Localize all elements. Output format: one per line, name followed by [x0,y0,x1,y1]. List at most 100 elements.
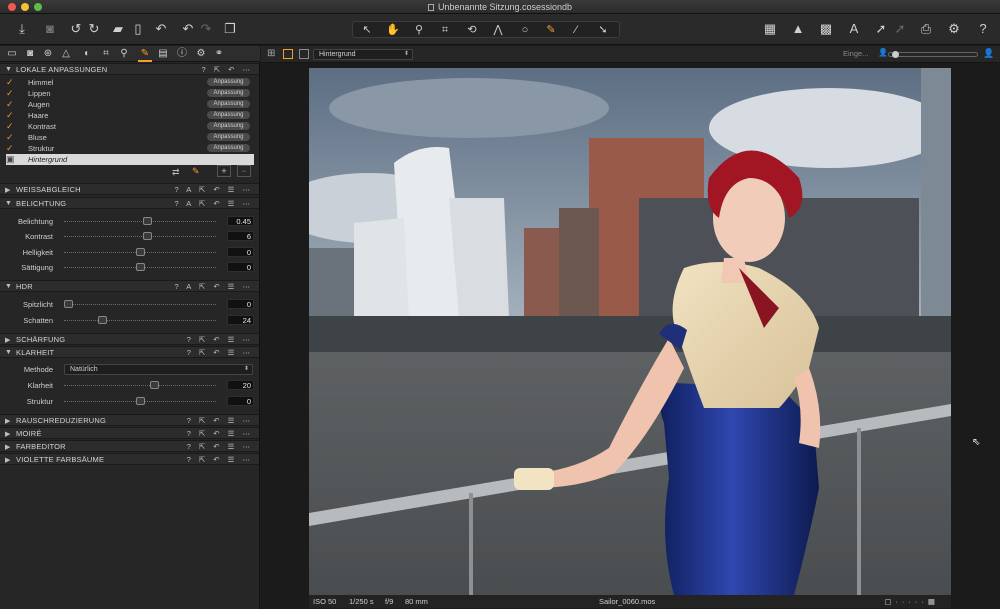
folder-icon[interactable]: ▰ [110,21,126,37]
checkbox-checked-icon[interactable]: ✓ [6,122,15,131]
section-tool-icons[interactable]: ? ⇱ ↶ ☰ ⋯ [187,455,253,464]
slider-track[interactable] [64,221,216,222]
tab-output-icon[interactable]: ⚙ [195,48,207,60]
main-photo[interactable] [309,68,951,595]
slider-knob[interactable] [136,397,145,405]
import-icon[interactable]: ⤓ [14,21,30,37]
crop-tool-icon[interactable]: ⌗ [437,23,453,37]
layer-item[interactable]: ✓ Bluse Anpassung [6,132,254,143]
checkbox-checked-icon[interactable]: ✓ [6,100,15,109]
section-local-adjustments[interactable]: ▼ LOKALE ANPASSUNGEN ? ⇱ ↶ ⋯ [0,63,259,75]
section-exposure[interactable]: ▼ BELICHTUNG ? A ⇱ ↶ ☰ ⋯ [0,197,259,209]
slider-value-field[interactable]: 0 [227,299,254,309]
trash-icon[interactable]: ▯ [130,21,146,37]
layer-item[interactable]: ✓ Augen Anpassung [6,99,254,110]
collapse-icon[interactable]: ▼ [5,283,12,290]
tab-metadata-icon[interactable]: ⓘ [176,48,188,60]
slider-track[interactable] [64,236,216,237]
redo-icon[interactable]: ↷ [198,21,214,37]
section-tool-icons[interactable]: ? ⇱ ↶ ⋯ [202,65,254,74]
copy-icon[interactable]: ❐ [222,21,238,37]
camera-icon[interactable]: ◙ [42,21,58,37]
swap-icon[interactable]: ⇄ [172,167,180,178]
layer-select[interactable]: Hintergrund ⬍ [313,49,413,60]
section-hdr[interactable]: ▼ HDR ? A ⇱ ↶ ☰ ⋯ [0,280,259,292]
undo-all-icon[interactable]: ↶ [153,21,169,37]
pick-tool-icon[interactable]: ➘ [595,23,611,37]
help-icon[interactable]: ? [975,21,991,37]
grid-icon[interactable]: ▦ [762,21,778,37]
slider-knob[interactable] [136,263,145,271]
slider-value-field[interactable]: 0.45 [227,216,254,226]
circle-tool-icon[interactable]: ○ [517,23,533,37]
expand-icon[interactable]: ▶ [5,456,10,464]
expand-icon[interactable]: ▶ [5,417,10,425]
tab-local-adjustments-icon[interactable]: ✎ [139,48,151,60]
warning-icon[interactable]: ▲ [790,21,806,37]
section-color-editor[interactable]: ▶ FARBEDITOR ? ⇱ ↶ ☰ ⋯ [0,440,259,452]
layer-item[interactable]: ▣ Hintergrund [6,154,254,165]
slider-value-field[interactable]: 0 [227,262,254,272]
layer-item[interactable]: ✓ Lippen Anpassung [6,88,254,99]
collapse-icon[interactable]: ▼ [5,200,12,207]
rotate-left-icon[interactable]: ↺ [68,21,84,37]
tab-exposure-icon[interactable]: △ [60,48,72,60]
expand-icon[interactable]: ▶ [5,336,10,344]
section-tool-icons[interactable]: ? A ⇱ ↶ ☰ ⋯ [174,185,253,194]
slider-knob[interactable] [136,248,145,256]
grid-view-icon[interactable]: ⊞ [267,48,275,59]
collapse-icon[interactable]: ▼ [5,349,12,356]
section-white-balance[interactable]: ▶ WEISSABGLEICH ? A ⇱ ↶ ☰ ⋯ [0,183,259,195]
slider-value-field[interactable]: 20 [227,380,254,390]
checkbox-checked-icon[interactable]: ✓ [6,78,15,87]
print-icon[interactable]: ⎙ [918,21,934,37]
rotate-tool-icon[interactable]: ⟲ [464,23,480,37]
cursor-tool-icon[interactable]: ↖ [359,23,375,37]
tab-capture-icon[interactable]: ◙ [24,48,36,60]
arrow-icon[interactable]: ➚ [873,21,889,37]
tab-library-icon[interactable]: ▭ [6,48,18,60]
filter-label[interactable]: Einge... [843,49,868,58]
exposure-icon[interactable]: ▩ [818,21,834,37]
section-tool-icons[interactable]: ? ⇱ ↶ ☰ ⋯ [187,442,253,451]
slider-track[interactable] [64,385,216,386]
checkbox-checked-icon[interactable]: ✓ [6,89,15,98]
slider-value-field[interactable]: 6 [227,231,254,241]
tab-lens-icon[interactable]: ◖ [80,48,92,60]
gear-icon[interactable]: ⚙ [946,21,962,37]
slider-knob[interactable] [892,51,899,58]
expand-icon[interactable]: ▶ [5,430,10,438]
checkbox-checked-icon[interactable]: ✓ [6,111,15,120]
clarity-method-select[interactable]: Natürlich ⬍ [64,364,253,375]
layer-base-icon[interactable]: ▣ [6,155,15,164]
rotate-right-icon[interactable]: ↻ [86,21,102,37]
section-moire[interactable]: ▶ MOIRÉ ? ⇱ ↶ ☰ ⋯ [0,427,259,439]
tab-details-icon[interactable]: ⚲ [118,48,130,60]
slider-knob[interactable] [143,232,152,240]
section-sharpening[interactable]: ▶ SCHÄRFUNG ? ⇱ ↶ ☰ ⋯ [0,333,259,345]
layer-item[interactable]: ✓ Haare Anpassung [6,110,254,121]
section-tool-icons[interactable]: ? ⇱ ↶ ☰ ⋯ [187,348,253,357]
layer-item[interactable]: ✓ Struktur Anpassung [6,143,254,154]
section-tool-icons[interactable]: ? ⇱ ↶ ☰ ⋯ [187,335,253,344]
compare-view-button[interactable] [299,49,309,59]
section-tool-icons[interactable]: ? ⇱ ↶ ☰ ⋯ [187,416,253,425]
tab-crop-icon[interactable]: ⌗ [100,48,112,60]
thumbnail-size-slider[interactable] [888,52,978,57]
arrow-disabled-icon[interactable]: ➚ [892,21,908,37]
expand-icon[interactable]: ▶ [5,186,10,194]
collapse-icon[interactable]: ▼ [5,66,12,73]
section-tool-icons[interactable]: ? A ⇱ ↶ ☰ ⋯ [174,199,253,208]
section-tool-icons[interactable]: ? ⇱ ↶ ☰ ⋯ [187,429,253,438]
text-icon[interactable]: A [846,21,862,37]
slider-value-field[interactable]: 0 [227,247,254,257]
slider-knob[interactable] [150,381,159,389]
checkbox-checked-icon[interactable]: ✓ [6,133,15,142]
single-view-button[interactable] [283,49,293,59]
slider-knob[interactable] [64,300,73,308]
slider-value-field[interactable]: 24 [227,315,254,325]
layer-item[interactable]: ✓ Himmel Anpassung [6,77,254,88]
brush-layer-icon[interactable]: ✎ [192,166,200,177]
slider-knob[interactable] [143,217,152,225]
section-clarity[interactable]: ▼ KLARHEIT ? ⇱ ↶ ☰ ⋯ [0,346,259,358]
